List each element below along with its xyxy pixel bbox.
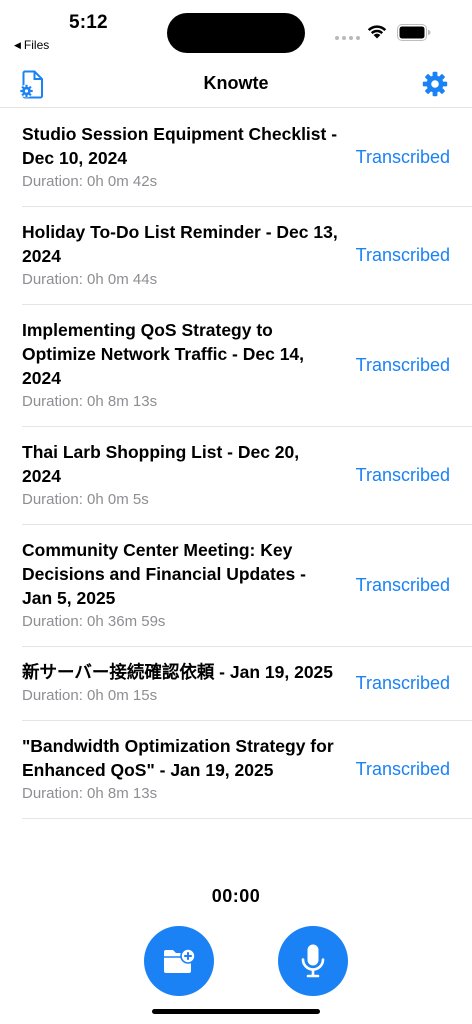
recording-row[interactable]: Studio Session Equipment Checklist - Dec…	[0, 108, 472, 207]
gear-icon[interactable]	[422, 71, 448, 97]
battery-icon	[397, 24, 431, 41]
import-file-button[interactable]	[144, 926, 214, 996]
recording-duration: Duration: 0h 8m 13s	[22, 393, 158, 410]
transcription-status[interactable]: Transcribed	[356, 147, 450, 168]
folder-plus-icon	[164, 948, 196, 973]
transcription-status[interactable]: Transcribed	[356, 465, 450, 486]
navigation-bar: Knowte	[0, 60, 472, 108]
transcription-status[interactable]: Transcribed	[356, 673, 450, 694]
recording-title: 新サーバー接続確認依頼 - Jan 19, 2025	[22, 662, 334, 682]
recording-timer: 00:00	[211, 886, 261, 906]
recording-title: Studio Session Equipment Checklist - Dec…	[22, 124, 338, 168]
recording-title: Holiday To-Do List Reminder - Dec 13, 20…	[22, 222, 338, 266]
app-screen: 5:12 ◀ Files Knowte Studio Session Equip…	[0, 0, 472, 1024]
recording-duration: Duration: 0h 8m 13s	[22, 785, 158, 802]
recording-info: Implementing QoS Strategy to Optimize Ne…	[22, 318, 340, 412]
status-time: 5:12	[69, 12, 108, 33]
app-title: Knowte	[203, 73, 269, 93]
recording-info: Studio Session Equipment Checklist - Dec…	[22, 122, 340, 192]
recording-title: Community Center Meeting: Key Decisions …	[22, 540, 306, 608]
recording-row[interactable]: Community Center Meeting: Key Decisions …	[0, 524, 472, 647]
recording-info: Community Center Meeting: Key Decisions …	[22, 538, 340, 632]
transcription-status[interactable]: Transcribed	[356, 245, 450, 266]
wifi-icon	[367, 25, 387, 39]
microphone-icon	[301, 944, 325, 978]
recording-row[interactable]: Holiday To-Do List Reminder - Dec 13, 20…	[0, 206, 472, 305]
back-app-label: Files	[23, 38, 50, 52]
record-button[interactable]	[278, 926, 348, 996]
recording-row[interactable]: "Bandwidth Optimization Strategy for Enh…	[0, 720, 472, 819]
cellular-signal-icon	[335, 36, 360, 40]
recording-row[interactable]: 新サーバー接続確認依頼 - Jan 19, 2025 Duration: 0h …	[0, 646, 472, 721]
recording-row[interactable]: Thai Larb Shopping List - Dec 20, 2024 D…	[0, 426, 472, 525]
recording-duration: Duration: 0h 0m 44s	[22, 271, 158, 288]
transcription-status[interactable]: Transcribed	[356, 759, 450, 780]
recording-title: "Bandwidth Optimization Strategy for Enh…	[22, 736, 334, 780]
back-to-app-button[interactable]: ◀ Files	[14, 38, 49, 52]
recording-duration: Duration: 0h 36m 59s	[22, 613, 166, 630]
recording-title: Thai Larb Shopping List - Dec 20, 2024	[22, 442, 300, 486]
transcription-status[interactable]: Transcribed	[356, 575, 450, 596]
status-bar: 5:12 ◀ Files	[0, 0, 472, 60]
back-triangle-icon: ◀	[14, 39, 21, 50]
dynamic-island	[167, 13, 305, 53]
transcription-status[interactable]: Transcribed	[356, 355, 450, 376]
recording-info: 新サーバー接続確認依頼 - Jan 19, 2025 Duration: 0h …	[22, 660, 340, 706]
recording-duration: Duration: 0h 0m 5s	[22, 491, 149, 508]
recording-row[interactable]: Implementing QoS Strategy to Optimize Ne…	[0, 304, 472, 427]
recording-duration: Duration: 0h 0m 42s	[22, 173, 158, 190]
recordings-list: Studio Session Equipment Checklist - Dec…	[0, 108, 472, 819]
recording-info: Holiday To-Do List Reminder - Dec 13, 20…	[22, 220, 340, 290]
recording-info: "Bandwidth Optimization Strategy for Enh…	[22, 734, 340, 804]
recording-title: Implementing QoS Strategy to Optimize Ne…	[22, 320, 305, 388]
recording-duration: Duration: 0h 0m 15s	[22, 687, 158, 704]
recording-info: Thai Larb Shopping List - Dec 20, 2024 D…	[22, 440, 340, 510]
home-indicator[interactable]	[152, 1009, 320, 1014]
